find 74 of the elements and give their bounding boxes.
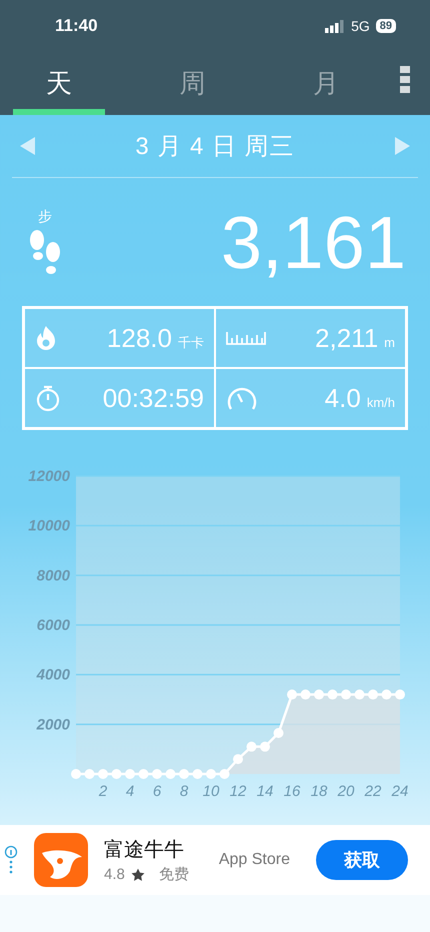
stopwatch-icon: [35, 384, 61, 412]
x-axis-label: 20: [338, 783, 354, 800]
data-point: [166, 769, 176, 779]
x-axis-label: 18: [310, 783, 328, 800]
next-day-icon[interactable]: [394, 137, 410, 155]
data-point: [206, 769, 216, 779]
stat-value: 128.0: [106, 322, 172, 354]
data-point: [341, 690, 351, 700]
data-point: [314, 690, 324, 700]
x-axis-label: 8: [180, 783, 188, 800]
status-time: 11:40: [55, 16, 98, 36]
app-rating: 4.8: [104, 866, 125, 883]
network-label: 5G: [351, 18, 370, 34]
y-axis-label: 8000: [36, 567, 70, 584]
data-point: [382, 690, 392, 700]
data-point: [71, 769, 81, 779]
data-point: [220, 769, 230, 779]
x-axis-label: 12: [230, 783, 246, 800]
data-point: [368, 690, 378, 700]
data-point: [233, 754, 243, 764]
x-axis-label: 2: [98, 783, 108, 800]
data-point: [98, 769, 108, 779]
previous-day-icon[interactable]: [20, 137, 36, 155]
x-axis-label: 10: [202, 783, 220, 800]
x-axis-label: 24: [392, 783, 408, 800]
data-point: [84, 769, 94, 779]
data-point: [300, 690, 310, 700]
store-label: App Store: [218, 851, 290, 869]
data-point: [260, 742, 270, 752]
get-button[interactable]: 获取: [316, 840, 408, 880]
signal-icon: [325, 20, 346, 32]
battery-icon: 89: [376, 19, 396, 33]
stat-unit: 千卡: [178, 334, 204, 352]
data-point: [274, 728, 284, 738]
ruler-icon: [226, 331, 266, 345]
x-axis-label: 4: [126, 783, 134, 800]
y-axis-label: 6000: [36, 617, 70, 634]
y-axis-label: 2000: [36, 716, 70, 734]
info-icon[interactable]: [4, 845, 18, 875]
flame-icon: [35, 325, 57, 351]
app-logo-icon: [34, 833, 88, 887]
x-axis-label: 6: [152, 783, 162, 800]
data-point: [354, 690, 364, 700]
y-axis-label: 12000: [28, 468, 70, 485]
y-axis-label: 4000: [36, 666, 70, 684]
stat-unit: km/h: [366, 394, 395, 410]
stat-unit: m: [384, 334, 395, 350]
tab[interactable]: 月: [280, 52, 372, 115]
y-axis-label: 10000: [28, 518, 70, 535]
stat-value: 2,211: [315, 322, 378, 354]
data-point: [152, 769, 162, 779]
date-label: 3 月 4 日 周三: [135, 132, 295, 162]
data-point: [192, 769, 202, 779]
data-point: [395, 690, 405, 700]
app-name: 富途牛牛: [104, 838, 185, 863]
step-count: 3,161: [220, 200, 406, 284]
steps-unit: 步: [38, 208, 52, 226]
data-point: [287, 690, 297, 700]
app-price: 免费: [158, 865, 189, 884]
x-axis-label: 22: [364, 783, 382, 800]
stat-value: 4.0: [324, 382, 361, 414]
x-axis-label: 14: [256, 783, 274, 800]
speedometer-icon: [226, 385, 258, 411]
footprints-icon: [28, 230, 62, 276]
data-point: [246, 742, 256, 752]
data-point: [138, 769, 148, 779]
tab[interactable]: 周: [146, 52, 239, 115]
data-point: [112, 769, 122, 779]
data-point: [125, 769, 135, 779]
data-point: [179, 769, 189, 779]
data-point: [328, 690, 338, 700]
x-axis-label: 16: [284, 783, 300, 800]
star-icon: [130, 868, 145, 882]
stat-value: 00:32:59: [102, 382, 204, 414]
